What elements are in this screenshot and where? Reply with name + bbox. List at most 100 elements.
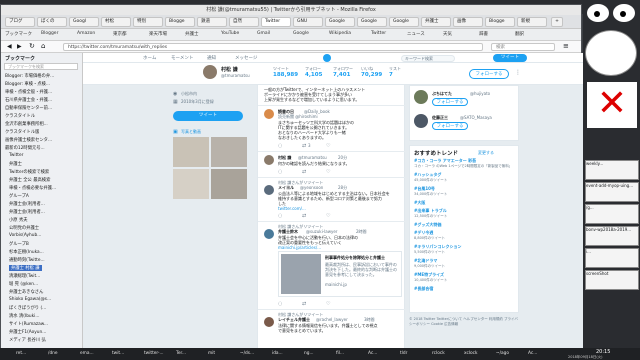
taskbar-task[interactable]: ng... (302, 350, 332, 358)
stat-value-likes[interactable]: 70,299 (361, 72, 382, 78)
bookmark-2[interactable]: Amazon (77, 31, 95, 36)
bookmark-item[interactable]: 杉本正樹(Inuka... (9, 249, 44, 255)
bookmark-item[interactable]: サイト(Rumazaw... (9, 321, 48, 327)
like-icon[interactable]: ♡ (326, 213, 330, 219)
bookmark-item[interactable]: クラスタイトル版 (5, 129, 39, 135)
tab-7[interactable]: 自然 (229, 17, 259, 27)
bookmark-item[interactable]: 弁護士あきなさん (9, 289, 43, 295)
panel-item-1[interactable]: event-add-myop-uing... (585, 182, 639, 202)
panel-item-0[interactable]: weekly... (585, 160, 639, 180)
retweet-icon[interactable]: ⇄ (302, 213, 306, 219)
tab-6[interactable]: 鉄道 (197, 17, 227, 27)
bookmark-item[interactable]: 弁護士会(利用者... (9, 201, 45, 207)
media-thumb-1[interactable] (173, 137, 209, 167)
media-thumb-4[interactable] (211, 169, 247, 199)
taskbar-task[interactable]: mit (206, 350, 236, 358)
nav-tweet-button[interactable]: ツイート (493, 54, 527, 62)
tab-13[interactable]: 弁護士 (421, 17, 451, 27)
bookmark-item[interactable]: 車検・点検必要な弁護... (9, 185, 56, 191)
browser-search-field[interactable]: 検索 (491, 43, 555, 51)
stat-value-tweets[interactable]: 188,989 (273, 72, 298, 78)
taskbar-task[interactable]: Ac... (366, 350, 396, 358)
tweet-1-avatar[interactable] (264, 109, 274, 119)
suggested-user-1-name[interactable]: ぶちはてた (432, 91, 452, 97)
bookmark-item[interactable]: 清水 清(Ibuki... (9, 313, 39, 319)
like-icon[interactable]: ♡ (326, 169, 330, 175)
stat-value-following[interactable]: 4,105 (305, 72, 322, 78)
taskbar-task[interactable]: twit... (110, 350, 140, 358)
retweet-icon[interactable]: ⇄ (302, 143, 306, 149)
media-thumb-3[interactable] (173, 169, 209, 199)
suggested-user-1-follow-button[interactable]: フォローする (432, 98, 468, 106)
bookmark-search-input[interactable]: ブックマークを検索 (4, 63, 78, 70)
profile-tweet-button[interactable]: ツイート (173, 111, 243, 121)
bookmark-item[interactable]: Vorbis(Ayhub... (9, 233, 41, 238)
reload-icon[interactable]: ↻ (29, 42, 35, 50)
bookmark-item[interactable]: 画像弁護士検索センタ... (5, 137, 52, 143)
back-icon[interactable]: ◀ (7, 43, 12, 50)
trend-title[interactable]: #グッズ大特価 (414, 222, 441, 228)
nav-moments[interactable]: モーメント (171, 55, 193, 61)
bookmark-8[interactable]: Google (293, 31, 309, 36)
tweet-3-avatar[interactable] (264, 185, 274, 195)
taskbar-task[interactable]: /dne (46, 350, 76, 358)
bookmark-item[interactable]: 石川県弁護士会・弁護... (5, 97, 52, 103)
tab-15[interactable]: Blogge (485, 17, 515, 27)
bookmark-item[interactable]: 清瀬総理(Twit... (9, 273, 40, 279)
bookmark-10[interactable]: Twitter (371, 31, 386, 36)
panel-item-3[interactable]: bonv-wp2018a-2019... (585, 226, 639, 246)
stat-value-followers[interactable]: 7,401 (333, 72, 350, 78)
media-thumb-2[interactable] (211, 137, 247, 167)
panel-item-5[interactable]: screenShot (585, 270, 639, 290)
tab-11[interactable]: Google (357, 17, 387, 27)
suggested-user-2-avatar[interactable] (414, 114, 428, 128)
reply-icon[interactable]: ◌ (278, 213, 282, 219)
suggested-user-1-avatar[interactable] (414, 90, 428, 104)
bookmark-12[interactable]: 天気 (443, 31, 452, 37)
twitter-bird-icon[interactable] (323, 54, 331, 62)
bookmark-item[interactable]: グループB (9, 241, 29, 247)
tweet-4-avatar[interactable] (264, 229, 274, 239)
bookmark-item[interactable]: 公明党の弁護士 (9, 225, 39, 231)
taskbar-task[interactable]: tldr (398, 350, 428, 358)
twitter-search-input[interactable]: キーワード検索 (401, 55, 455, 62)
bookmark-item[interactable]: 弁護士 (9, 161, 22, 167)
taskbar-task[interactable]: ~/ago (494, 350, 524, 358)
taskbar-task[interactable]: xclock (462, 350, 492, 358)
bookmark-item[interactable]: グループA (9, 193, 29, 199)
bookmark-0[interactable]: ブックマーク (5, 31, 32, 37)
bookmark-item[interactable]: 弁護士会(利用者... (9, 209, 45, 215)
taskbar-task[interactable]: rclock (430, 350, 460, 358)
bookmark-item[interactable]: 弁護士 村松 謙 (9, 265, 42, 271)
bookmark-13[interactable]: 辞書 (479, 31, 488, 37)
tab-3[interactable]: 村松 (101, 17, 131, 27)
like-icon[interactable]: ♡ (326, 143, 330, 149)
bookmark-item[interactable]: 通勤時刻(Twitte... (9, 257, 45, 263)
trend-title[interactable]: #長部合宿 (414, 286, 433, 292)
tab-8-active[interactable]: Twitter (261, 17, 291, 27)
bookmark-item[interactable]: 金沢市創業事務所相... (5, 121, 48, 127)
link-preview-card[interactable]: 刑事事件処分を除隊処分と弁護士 最高裁判所は、民事訴訟において事件の 判決を下し… (278, 251, 402, 297)
taskbar-task[interactable]: ret... (14, 350, 44, 358)
tweet-3-link[interactable]: twitter.com/... (278, 206, 306, 211)
bookmark-6[interactable]: YouTube (221, 31, 239, 36)
bookmark-item[interactable]: クラスタイトル (5, 113, 35, 119)
menu-icon[interactable]: ≡ (563, 42, 569, 50)
bookmark-item[interactable]: 小原 秀夫 (9, 217, 28, 223)
bookmark-9[interactable]: Wikipedia (329, 31, 351, 36)
bookmark-14[interactable]: 翻訳 (515, 31, 524, 37)
taskbar-task[interactable]: Ter... (174, 350, 204, 358)
url-field[interactable]: https://twitter.com/tmuramatsu/with_repl… (63, 43, 483, 51)
taskbar-task[interactable]: ~/ds... (238, 350, 268, 358)
reply-icon[interactable]: ◌ (278, 143, 282, 149)
suggested-user-2-handle[interactable]: @SATO_Masaya (460, 115, 492, 120)
nav-notifications[interactable]: 通知 (207, 55, 216, 61)
bookmark-1[interactable]: Blogger (41, 31, 58, 36)
bookmark-11[interactable]: ニュース (407, 31, 425, 37)
tab-4[interactable]: 特別 (133, 17, 163, 27)
retweet-icon[interactable]: ⇄ (302, 169, 306, 175)
reply-icon[interactable]: ◌ (278, 169, 282, 175)
tab-9[interactable]: GNU (293, 17, 323, 27)
bookmark-item[interactable]: Blogger: 市場価格の弁... (5, 73, 54, 79)
bookmark-3[interactable]: 東京都 (113, 31, 127, 37)
